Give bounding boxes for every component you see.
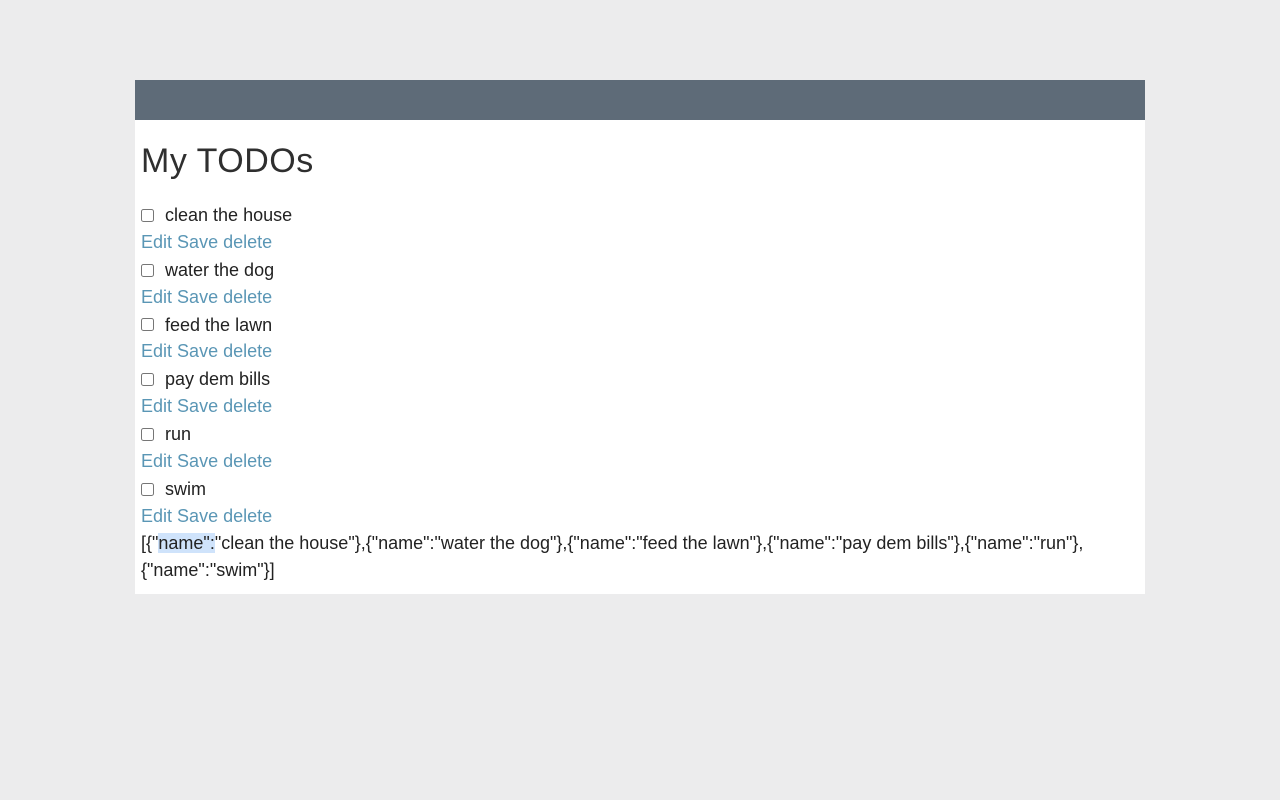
save-link[interactable]: Save — [177, 232, 218, 252]
save-link[interactable]: Save — [177, 341, 218, 361]
todo-actions: Edit Save delete — [141, 229, 1145, 256]
todo-actions: Edit Save delete — [141, 284, 1145, 311]
page-title: My TODOs — [135, 142, 1145, 181]
todo-item: clean the house — [141, 201, 1145, 229]
todo-item: pay dem bills — [141, 365, 1145, 393]
json-highlight: name": — [158, 533, 214, 553]
delete-link[interactable]: delete — [223, 506, 272, 526]
todo-label: swim — [165, 479, 206, 499]
delete-link[interactable]: delete — [223, 341, 272, 361]
todo-checkbox[interactable] — [141, 264, 154, 277]
app-container: My TODOs clean the house Edit Save delet… — [135, 80, 1145, 594]
todo-label: pay dem bills — [165, 369, 270, 389]
delete-link[interactable]: delete — [223, 451, 272, 471]
edit-link[interactable]: Edit — [141, 232, 172, 252]
todo-label: water the dog — [165, 260, 274, 280]
todo-label: run — [165, 424, 191, 444]
todo-label: clean the house — [165, 205, 292, 225]
edit-link[interactable]: Edit — [141, 341, 172, 361]
save-link[interactable]: Save — [177, 396, 218, 416]
delete-link[interactable]: delete — [223, 232, 272, 252]
edit-link[interactable]: Edit — [141, 287, 172, 307]
save-link[interactable]: Save — [177, 451, 218, 471]
save-link[interactable]: Save — [177, 287, 218, 307]
edit-link[interactable]: Edit — [141, 506, 172, 526]
todo-list: clean the house Edit Save delete water t… — [135, 201, 1145, 530]
todo-checkbox[interactable] — [141, 209, 154, 222]
todo-checkbox[interactable] — [141, 483, 154, 496]
json-dump: [{"name":"clean the house"},{"name":"wat… — [135, 530, 1145, 588]
todo-actions: Edit Save delete — [141, 393, 1145, 420]
header-bar — [135, 80, 1145, 120]
todo-item: swim — [141, 475, 1145, 503]
json-prefix: [{" — [141, 533, 158, 553]
json-rest: "clean the house"},{"name":"water the do… — [141, 533, 1083, 580]
edit-link[interactable]: Edit — [141, 396, 172, 416]
todo-item: run — [141, 420, 1145, 448]
delete-link[interactable]: delete — [223, 287, 272, 307]
edit-link[interactable]: Edit — [141, 451, 172, 471]
todo-actions: Edit Save delete — [141, 338, 1145, 365]
todo-checkbox[interactable] — [141, 373, 154, 386]
todo-label: feed the lawn — [165, 314, 272, 334]
todo-actions: Edit Save delete — [141, 448, 1145, 475]
save-link[interactable]: Save — [177, 506, 218, 526]
todo-item: water the dog — [141, 256, 1145, 284]
todo-checkbox[interactable] — [141, 318, 154, 331]
todo-item: feed the lawn — [141, 311, 1145, 339]
content-area: My TODOs clean the house Edit Save delet… — [135, 120, 1145, 594]
todo-actions: Edit Save delete — [141, 503, 1145, 530]
todo-checkbox[interactable] — [141, 428, 154, 441]
delete-link[interactable]: delete — [223, 396, 272, 416]
